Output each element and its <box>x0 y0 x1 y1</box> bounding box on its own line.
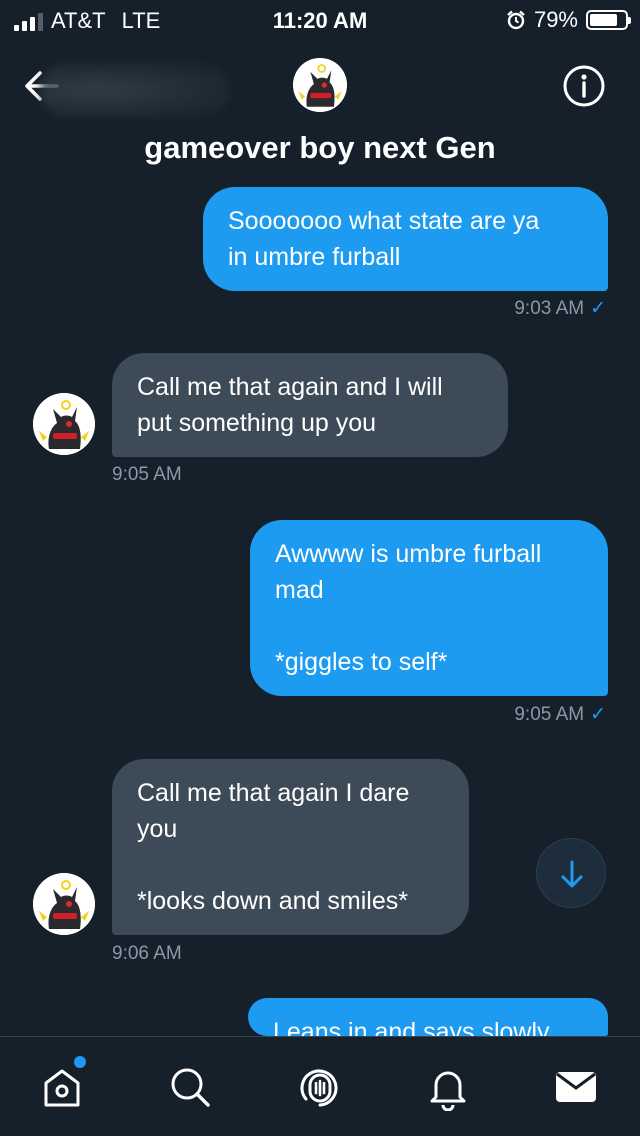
header-avatar[interactable] <box>293 58 347 112</box>
avatar-character-icon <box>33 873 95 935</box>
message-bubble-sent[interactable]: Sooooooo what state are ya in umbre furb… <box>203 187 608 291</box>
conversation-header: gameover boy next Gen <box>0 40 640 180</box>
tab-messages[interactable] <box>552 1063 600 1111</box>
read-check-icon: ✓ <box>590 704 606 725</box>
status-bar: AT&T LTE 11:20 AM 79% <box>0 0 640 40</box>
message-avatar[interactable] <box>33 873 95 935</box>
timestamp-text: 9:03 AM <box>514 298 585 319</box>
conversation-title: gameover boy next Gen <box>144 130 496 165</box>
avatar-character-icon <box>293 58 347 112</box>
avatar-character-icon <box>33 393 95 455</box>
alarm-clock-icon <box>507 10 525 30</box>
info-circle-icon <box>563 65 605 107</box>
spaces-icon <box>300 1069 338 1107</box>
bottom-tab-bar <box>0 1036 640 1136</box>
battery-percent: 79% <box>533 7 578 32</box>
blurred-username <box>40 62 230 118</box>
tab-spaces[interactable] <box>296 1063 344 1111</box>
info-button[interactable] <box>562 64 606 108</box>
status-right: 79% <box>506 7 631 33</box>
timestamp-text: 9:05 AM <box>514 704 585 725</box>
tab-notifications[interactable] <box>424 1063 472 1112</box>
home-icon <box>44 1069 80 1107</box>
message-timestamp: 9:05 AM <box>112 464 182 485</box>
search-icon <box>171 1068 210 1107</box>
messages-envelope-icon <box>556 1072 596 1102</box>
arrow-down-icon <box>561 860 583 888</box>
message-timestamp: 9:06 AM <box>112 943 182 964</box>
battery-fill <box>590 14 617 26</box>
message-timestamp: 9:03 AM ✓ <box>514 297 606 320</box>
scroll-to-bottom-button[interactable] <box>536 838 606 908</box>
message-bubble-received[interactable]: Call me that again and I will put someth… <box>112 353 508 457</box>
notifications-bell-icon <box>430 1071 466 1112</box>
message-bubble-sent[interactable]: Leans in and says slowly <box>248 998 608 1036</box>
message-avatar[interactable] <box>33 393 95 455</box>
message-timestamp: 9:05 AM ✓ <box>514 703 606 726</box>
message-bubble-sent[interactable]: Awwww is umbre furball mad *giggles to s… <box>250 520 608 696</box>
battery-icon <box>586 10 631 30</box>
home-badge-dot <box>74 1056 86 1068</box>
tab-home[interactable] <box>38 1063 86 1111</box>
read-check-icon: ✓ <box>590 298 606 319</box>
message-bubble-received[interactable]: Call me that again I dare you *looks dow… <box>112 759 469 935</box>
tab-search[interactable] <box>166 1063 214 1111</box>
